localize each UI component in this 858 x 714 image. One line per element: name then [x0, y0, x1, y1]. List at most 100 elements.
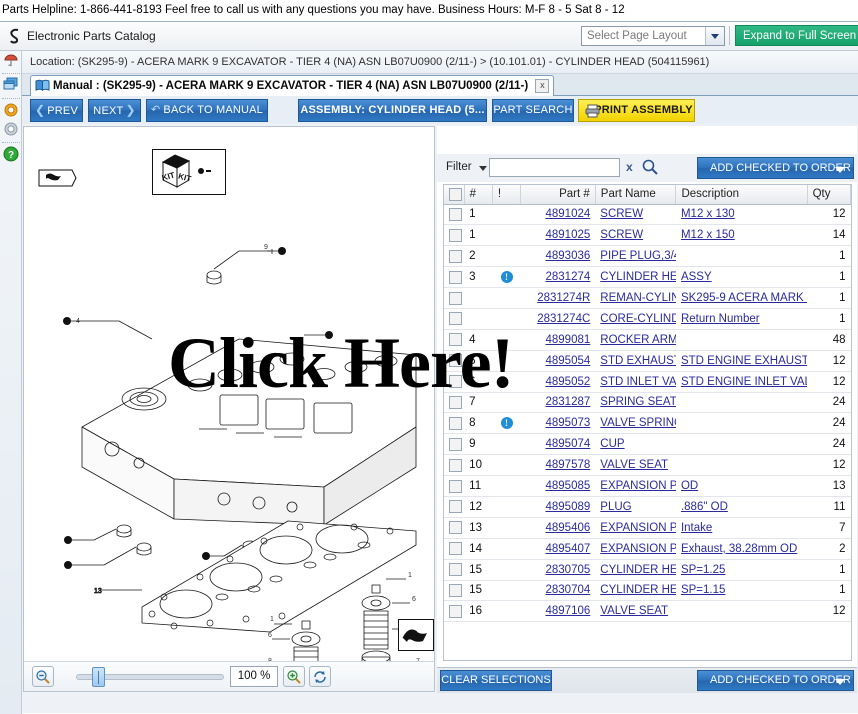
row-checkbox[interactable] — [449, 291, 462, 305]
table-row[interactable]: 1 4891025 SCREW M12 x 150 14 — [444, 224, 851, 247]
description-link[interactable]: OD — [681, 480, 698, 492]
cell-part-number[interactable]: 4895089 — [520, 496, 596, 518]
table-row[interactable]: 11 4895085 EXPANSION PL OD 13 — [444, 475, 851, 497]
part-number-link[interactable]: 4895089 — [546, 501, 591, 513]
row-checkbox[interactable] — [449, 458, 462, 472]
part-name-link[interactable]: EXPANSION PL — [600, 522, 676, 534]
part-name-link[interactable]: CUP — [600, 438, 624, 450]
cell-part-number[interactable]: 4895074 — [520, 433, 596, 456]
part-name-link[interactable]: ROCKER ARM — [600, 334, 676, 346]
cell-part-name[interactable]: REMAN-CYLIND — [595, 287, 676, 309]
add-checked-to-order-button-top[interactable]: ADD CHECKED TO ORDER — [697, 157, 854, 179]
column-header-qty[interactable]: Qty — [807, 185, 851, 205]
row-checkbox[interactable] — [449, 207, 462, 221]
cell-part-name[interactable]: CYLINDER HEA — [595, 266, 676, 289]
table-row[interactable]: 4 4899081 ROCKER ARM 48 — [444, 329, 851, 351]
cell-part-number[interactable]: 4897106 — [520, 600, 596, 623]
description-link[interactable]: SP=1.25 — [681, 564, 725, 576]
cell-part-number[interactable]: 4897578 — [520, 454, 596, 477]
cell-part-number[interactable]: 2830704 — [520, 580, 596, 602]
part-name-link[interactable]: STD EXHAUST — [600, 355, 676, 367]
cell-description[interactable] — [675, 412, 808, 435]
cell-part-name[interactable]: VALVE SEAT — [595, 600, 676, 623]
cell-description[interactable] — [675, 245, 808, 268]
row-checkbox[interactable] — [449, 375, 462, 389]
cell-part-name[interactable]: SPRING SEAT — [595, 392, 676, 414]
part-number-link[interactable]: 2830704 — [546, 584, 591, 596]
column-header-description[interactable]: Description — [675, 185, 808, 205]
cell-part-number[interactable]: 2831274C — [520, 308, 596, 330]
part-name-link[interactable]: VALVE SEAT — [600, 605, 668, 617]
part-name-link[interactable]: SPRING SEAT — [600, 396, 676, 408]
table-row[interactable]: 15 2830704 CYLINDER HEA SP=1.15 1 — [444, 580, 851, 602]
row-select-cell[interactable] — [444, 454, 465, 477]
cell-part-name[interactable]: EXPANSION PL — [595, 517, 676, 539]
close-icon[interactable]: x — [535, 79, 550, 93]
description-link[interactable]: M12 x 130 — [681, 208, 735, 220]
cell-description[interactable] — [675, 329, 808, 351]
part-number-link[interactable]: 4895054 — [546, 355, 591, 367]
part-number-link[interactable]: 4899081 — [546, 334, 591, 346]
row-select-cell[interactable] — [444, 245, 465, 268]
clear-selections-button[interactable]: CLEAR SELECTIONS — [440, 670, 552, 691]
prev-button[interactable]: ❮ PREV — [30, 99, 83, 122]
add-checked-to-order-button-bottom[interactable]: ADD CHECKED TO ORDER — [697, 670, 854, 691]
column-header-part-name[interactable]: Part Name — [595, 185, 677, 205]
part-name-link[interactable]: CYLINDER HEA — [600, 584, 676, 596]
row-checkbox[interactable] — [449, 416, 462, 430]
part-name-link[interactable]: CYLINDER HEA — [600, 271, 676, 283]
table-row[interactable]: 10 4897578 VALVE SEAT 12 — [444, 454, 851, 477]
part-number-link[interactable]: 2831287 — [546, 396, 591, 408]
part-number-link[interactable]: 4891025 — [546, 229, 591, 241]
row-select-cell[interactable] — [444, 371, 465, 393]
part-number-link[interactable]: 4895085 — [546, 480, 591, 492]
row-checkbox[interactable] — [449, 228, 462, 242]
row-select-cell[interactable] — [444, 204, 465, 226]
parts-table-container[interactable]: # ! Part # Part Name Description Qty 1 48… — [443, 184, 852, 661]
description-link[interactable]: Intake — [681, 522, 712, 534]
cell-part-number[interactable]: 4891025 — [520, 224, 596, 247]
zoom-out-button[interactable] — [32, 666, 54, 687]
search-icon[interactable] — [641, 158, 659, 176]
row-checkbox[interactable] — [449, 395, 462, 409]
cell-part-number[interactable]: 4895054 — [520, 350, 596, 372]
table-row[interactable]: 15 2830705 CYLINDER HEA SP=1.25 1 — [444, 559, 851, 581]
gear-gray-icon[interactable] — [3, 121, 19, 137]
cell-description[interactable]: STD ENGINE EXHAUST V — [675, 350, 808, 372]
pan-tool-icon[interactable] — [398, 619, 434, 651]
row-select-cell[interactable] — [444, 266, 465, 289]
table-row[interactable]: 2831274C CORE-CYLINDE Return Number 1 — [444, 308, 851, 330]
part-number-link[interactable]: 4893036 — [546, 250, 591, 262]
gear-orange-icon[interactable] — [3, 102, 19, 118]
caret-down-icon-bottom[interactable] — [835, 679, 845, 685]
row-select-cell[interactable] — [444, 496, 465, 518]
table-row[interactable]: 7 2831287 SPRING SEAT 24 — [444, 392, 851, 414]
table-row[interactable]: 16 4897106 VALVE SEAT 12 — [444, 600, 851, 623]
cell-part-name[interactable]: CYLINDER HEA — [595, 580, 676, 602]
assembly-button[interactable]: ASSEMBLY: CYLINDER HEAD (5... — [298, 99, 487, 122]
part-number-link[interactable]: 4895407 — [546, 543, 591, 555]
windows-stack-icon[interactable] — [3, 77, 19, 93]
cell-part-number[interactable]: 2831287 — [520, 392, 596, 414]
cell-part-name[interactable]: VALVE SEAT — [595, 454, 676, 477]
filter-dropdown-caret-icon[interactable] — [479, 166, 487, 171]
part-name-link[interactable]: CYLINDER HEA — [600, 564, 676, 576]
cell-description[interactable]: .886" OD — [675, 496, 808, 518]
info-alert-icon[interactable]: ! — [500, 271, 513, 284]
cell-description[interactable]: SP=1.25 — [675, 559, 808, 581]
table-row[interactable]: 14 4895407 EXPANSION PL Exhaust, 38.28mm OD… — [444, 538, 851, 560]
table-row[interactable]: 13 4895406 EXPANSION PL Intake 7 — [444, 517, 851, 539]
select-all-checkbox[interactable] — [449, 187, 462, 201]
part-name-link[interactable]: REMAN-CYLIND — [600, 292, 676, 304]
cell-part-number[interactable]: 4891024 — [520, 204, 596, 226]
cell-description[interactable]: SK295-9 ACERA MARK 9 — [675, 287, 808, 309]
table-row[interactable]: 3! 2831274 CYLINDER HEA ASSY 1 — [444, 266, 851, 289]
part-number-link[interactable]: 4897578 — [546, 459, 591, 471]
row-select-cell[interactable] — [444, 517, 465, 539]
row-checkbox[interactable] — [449, 604, 462, 618]
cell-part-name[interactable]: EXPANSION PL — [595, 475, 676, 497]
cell-part-name[interactable]: STD INLET VAL — [595, 371, 676, 393]
row-select-cell[interactable] — [444, 600, 465, 623]
description-link[interactable]: SP=1.15 — [681, 584, 725, 596]
table-row[interactable]: 2 4893036 PIPE PLUG,3/4" 1 — [444, 245, 851, 268]
